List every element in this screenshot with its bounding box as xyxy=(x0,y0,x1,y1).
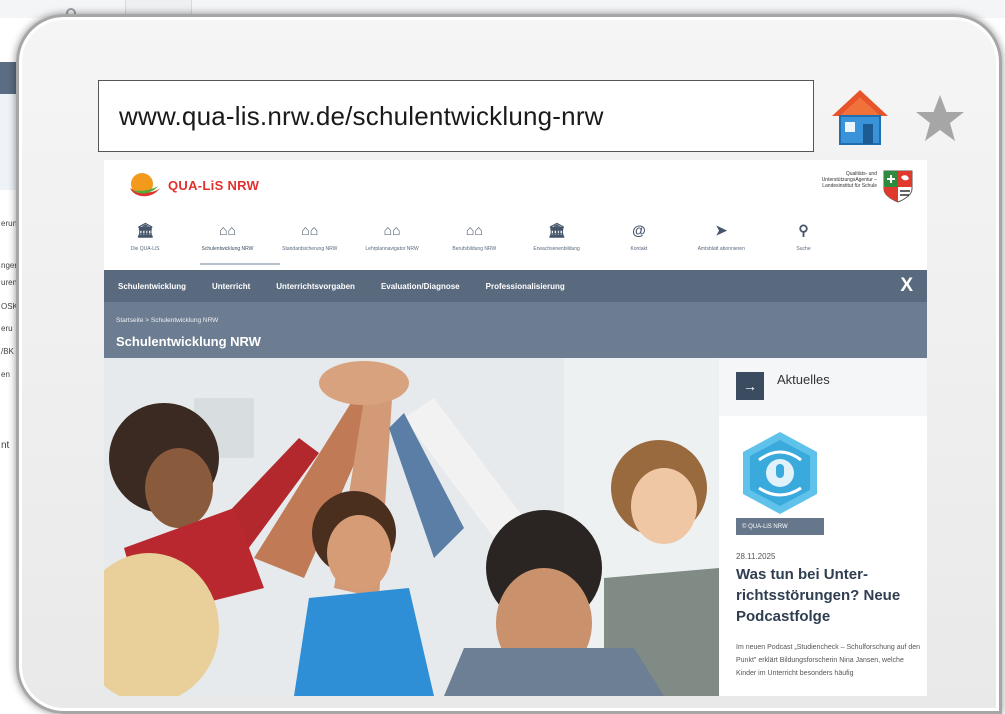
sub-navigation: Schulentwicklung Unterricht Unterrichtsv… xyxy=(104,270,927,302)
home-icon[interactable] xyxy=(828,86,892,150)
page-title: Schulentwicklung NRW xyxy=(116,334,261,349)
background-text: /BK xyxy=(1,347,14,356)
nav-item-amtsblatt[interactable]: ➤ Amtsblatt abonnieren xyxy=(680,220,762,266)
nav-label: Die QUA-LiS xyxy=(130,246,160,252)
building-icon: 🏛 xyxy=(136,221,155,238)
nav-label: Kontakt xyxy=(630,246,648,252)
breadcrumb[interactable]: Startseite > Schulentwicklung NRW xyxy=(116,317,218,324)
nav-item-kontakt[interactable]: @ Kontakt xyxy=(598,220,680,266)
logo-part2: NRW xyxy=(227,177,260,193)
site-logo[interactable]: QUA-LiS NRW xyxy=(126,170,259,200)
hero-photo-kids-high-five xyxy=(104,358,719,696)
subnav-item-unterrichtsvorgaben[interactable]: Unterrichtsvorgaben xyxy=(276,282,355,291)
background-text: eru xyxy=(1,324,13,333)
school-icon: ⌂⌂ xyxy=(301,222,319,238)
nav-label: Suche xyxy=(796,246,811,252)
logo-emblem-icon xyxy=(130,173,160,197)
nav-label: Standardsicherung NRW xyxy=(282,246,338,252)
subnav-item-professionalisierung[interactable]: Professionalisierung xyxy=(486,282,565,291)
paper-plane-icon: ➤ xyxy=(715,221,728,238)
nav-label: Schulentwicklung NRW xyxy=(201,246,254,252)
star-icon[interactable] xyxy=(912,91,968,147)
nav-item-die-qua-lis[interactable]: 🏛 Die QUA-LiS xyxy=(104,220,186,266)
site-header: QUA-LiS NRW Qualitäts- und Unterstützung… xyxy=(104,160,927,212)
url-bar[interactable]: www.qua-lis.nrw.de/schulentwicklung-nrw xyxy=(98,80,814,152)
active-nav-indicator xyxy=(200,263,280,265)
title-band xyxy=(104,302,927,358)
school-icon: ⌂⌂ xyxy=(383,222,401,238)
logo-part1: QUA-LiS xyxy=(168,177,224,193)
news-teaser: Im neuen Podcast „Studiencheck – Schulfo… xyxy=(736,644,921,677)
nav-item-standardsicherung[interactable]: ⌂⌂ Standardsicherung NRW xyxy=(269,220,351,266)
nrw-crest-icon xyxy=(883,170,913,203)
school-icon: ⌂⌂ xyxy=(218,222,236,238)
agency-description: Qualitäts- und UnterstützungsAgentur – L… xyxy=(807,171,877,189)
nav-item-lehrplannavigator[interactable]: ⌂⌂ Lehrplannavigator NRW xyxy=(351,220,433,266)
news-date: 28.11.2025 xyxy=(736,552,776,561)
news-headline[interactable]: Was tun bei Unter-richtsstörungen? Neue … xyxy=(736,564,921,627)
close-menu-button[interactable]: X xyxy=(900,275,913,297)
image-credit: © QUA-LiS NRW xyxy=(736,518,824,535)
logo-wordmark: QUA-LiS NRW xyxy=(168,178,259,193)
main-navigation: 🏛 Die QUA-LiS ⌂⌂ Schulentwicklung NRW ⌂⌂… xyxy=(104,220,927,266)
nav-label: Berufsbildung NRW xyxy=(452,246,497,252)
nav-item-berufsbildung[interactable]: ⌂⌂ Berufsbildung NRW xyxy=(433,220,515,266)
background-text: erun xyxy=(1,219,18,228)
background-text: nger xyxy=(1,261,18,270)
url-text: www.qua-lis.nrw.de/schulentwicklung-nrw xyxy=(119,100,604,131)
background-text: nt xyxy=(1,440,10,451)
news-sidebar: → Aktuelles © QUA-LiS NRW 28.11.2025 Was… xyxy=(719,358,927,696)
subnav-item-schulentwicklung[interactable]: Schulentwicklung xyxy=(118,282,186,291)
background-text: en xyxy=(1,370,10,379)
subnav-item-unterricht[interactable]: Unterricht xyxy=(212,282,250,291)
nav-item-schulentwicklung[interactable]: ⌂⌂ Schulentwicklung NRW xyxy=(186,220,268,266)
nav-item-erwachsenenbildung[interactable]: 🏛 Erwachsenenbildung xyxy=(515,220,597,266)
subnav-item-evaluation[interactable]: Evaluation/Diagnose xyxy=(381,282,460,291)
podcast-cover-image[interactable] xyxy=(737,430,823,516)
school-icon: ⌂⌂ xyxy=(465,222,483,238)
nav-item-suche[interactable]: ⚲ Suche xyxy=(762,220,844,266)
building-icon: 🏛 xyxy=(547,221,566,238)
nav-label: Lehrplannavigator NRW xyxy=(365,246,419,252)
website-viewport: QUA-LiS NRW Qualitäts- und Unterstützung… xyxy=(104,160,927,696)
arrow-right-icon[interactable]: → xyxy=(736,372,764,400)
search-icon: ⚲ xyxy=(798,221,809,238)
background-text: uren xyxy=(1,278,18,287)
nav-label: Erwachsenenbildung xyxy=(533,246,580,252)
sidebar-title[interactable]: Aktuelles xyxy=(777,372,830,387)
nav-label: Amtsblatt abonnieren xyxy=(697,246,745,252)
at-icon: @ xyxy=(632,222,646,238)
hero-image xyxy=(104,358,719,696)
agency-line: Landesinstitut für Schule xyxy=(822,183,877,189)
